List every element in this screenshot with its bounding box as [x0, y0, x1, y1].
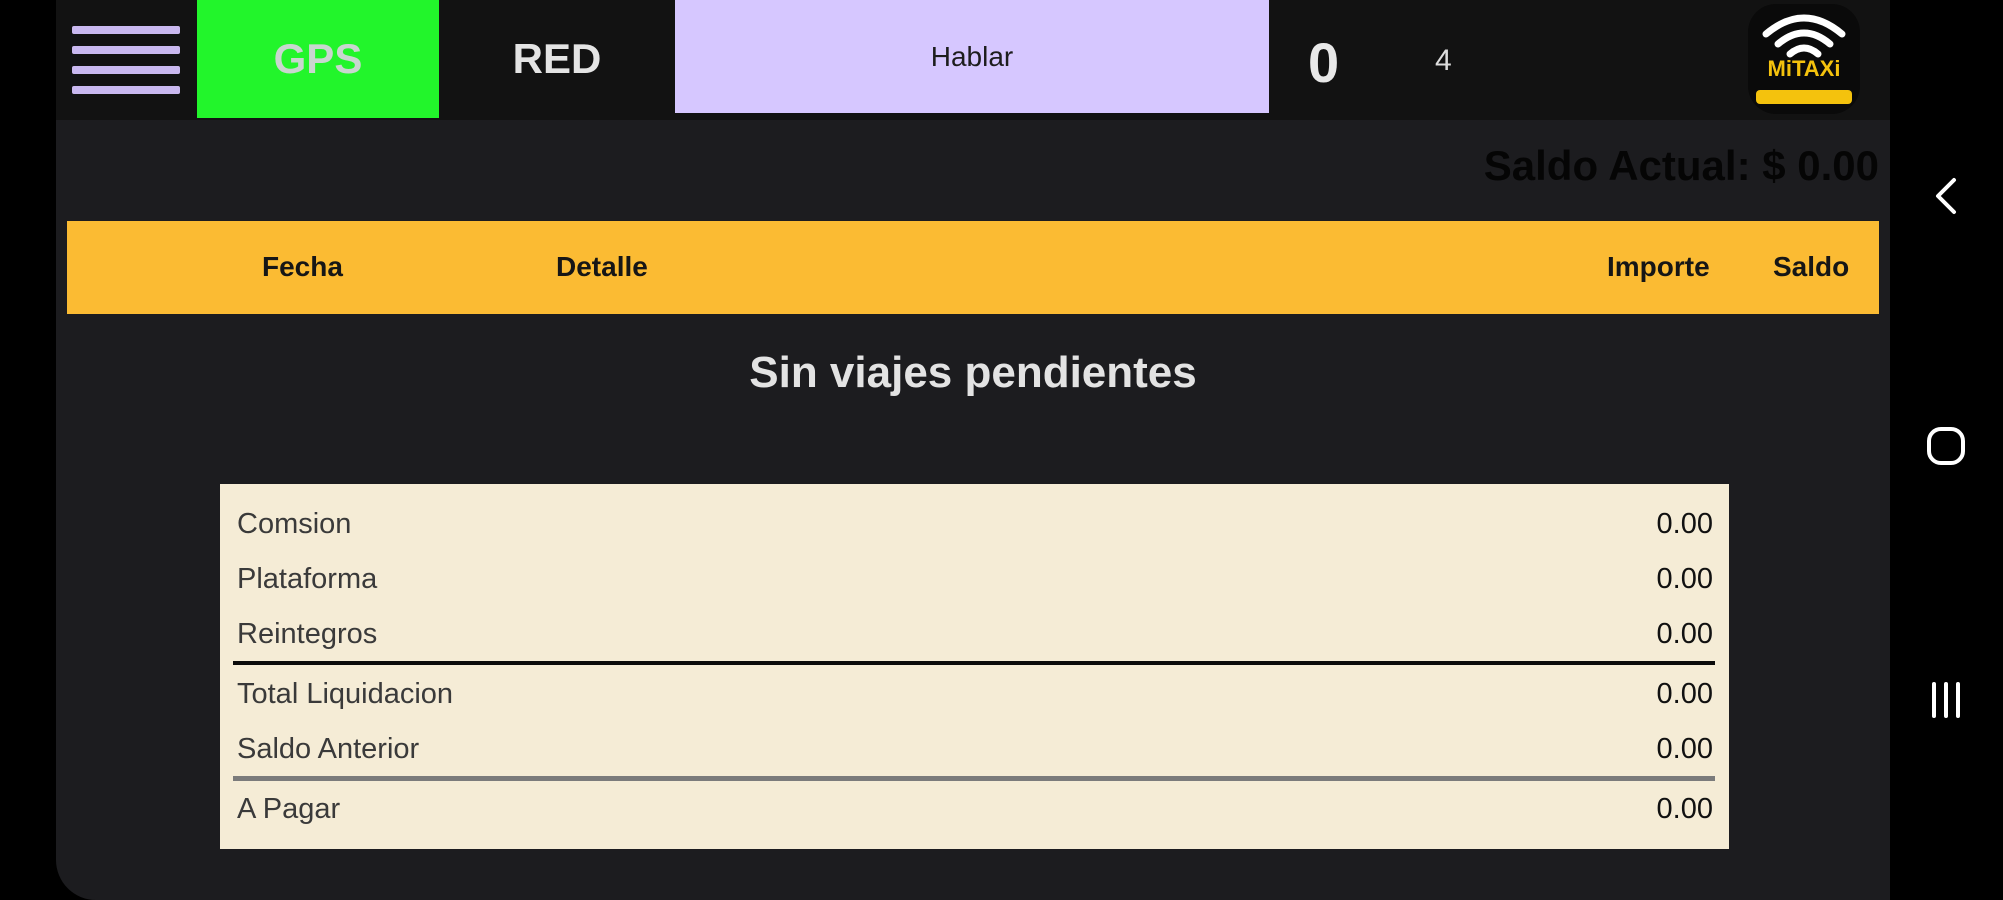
summary-label: Reintegros [237, 618, 378, 650]
back-chevron-icon[interactable] [1916, 166, 1976, 226]
empty-trips-message: Sin viajes pendientes [749, 348, 1197, 397]
main-counter: 0 [1308, 31, 1340, 94]
summary-value: 0.00 [1656, 508, 1713, 540]
hamburger-icon[interactable] [72, 26, 180, 94]
header-saldo: Saldo [1773, 251, 1850, 282]
summary-value: 0.00 [1656, 793, 1713, 825]
summary-label: Comsion [237, 508, 352, 540]
summary-value: 0.00 [1656, 563, 1713, 595]
summary-label: Saldo Anterior [237, 733, 420, 765]
system-navigation-bar [1890, 0, 2003, 900]
header-importe: Importe [1607, 251, 1710, 282]
summary-label: Total Liquidacion [237, 678, 454, 710]
summary-row-saldo-anterior: Saldo Anterior 0.00 [220, 733, 1729, 773]
header-detalle: Detalle [556, 251, 648, 282]
summary-label: A Pagar [237, 793, 341, 825]
summary-divider [233, 776, 1715, 781]
summary-divider [233, 661, 1715, 665]
summary-value: 0.00 [1656, 733, 1713, 765]
summary-row-comision: Comsion 0.00 [220, 508, 1729, 548]
table-header: Fecha Detalle Importe Saldo [67, 221, 1879, 314]
summary-row-plataforma: Plataforma 0.00 [220, 563, 1729, 603]
gps-button[interactable]: GPS [197, 0, 439, 118]
summary-row-total-liquidacion: Total Liquidacion 0.00 [220, 678, 1729, 718]
summary-label: Plataforma [237, 563, 378, 595]
secondary-counter: 4 [1435, 44, 1452, 77]
mitaxi-logo: MiTAXi [1748, 4, 1860, 114]
hablar-button[interactable]: Hablar [675, 0, 1269, 113]
summary-value: 0.00 [1656, 678, 1713, 710]
home-circle-icon[interactable] [1916, 416, 1976, 476]
header-fecha: Fecha [262, 251, 343, 282]
settlement-summary: Comsion 0.00 Plataforma 0.00 Reintegros … [220, 484, 1729, 849]
top-toolbar: GPS RED Hablar 0 4 MiTAXi [56, 0, 1890, 120]
summary-value: 0.00 [1656, 618, 1713, 650]
logo-text: MiTAXi [1767, 56, 1841, 81]
summary-row-reintegros: Reintegros 0.00 [220, 618, 1729, 658]
summary-row-a-pagar: A Pagar 0.00 [220, 793, 1729, 833]
recent-apps-icon[interactable] [1916, 670, 1976, 730]
app-window: GPS RED Hablar 0 4 MiTAXi Saldo Actual: … [56, 0, 1890, 900]
red-button[interactable]: RED [439, 0, 675, 118]
current-balance: Saldo Actual: $ 0.00 [1483, 142, 1879, 189]
